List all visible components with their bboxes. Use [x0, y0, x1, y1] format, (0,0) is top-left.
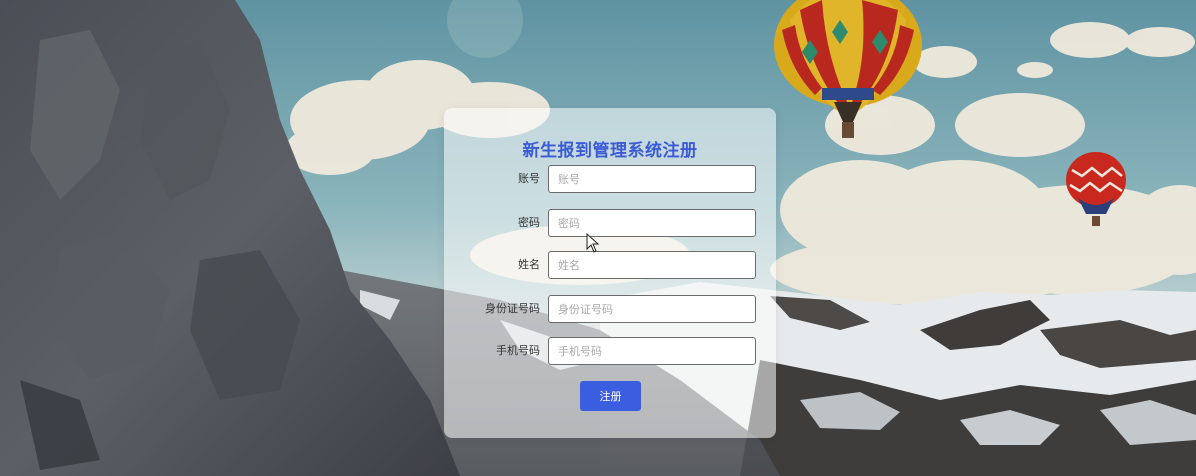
register-button[interactable]: 注册 — [580, 381, 641, 411]
id-number-label: 身份证号码 — [485, 302, 540, 315]
password-input[interactable] — [548, 209, 756, 237]
account-label: 账号 — [518, 172, 540, 185]
name-label: 姓名 — [518, 258, 540, 271]
account-row: 账号 — [444, 165, 776, 193]
register-form-card: 新生报到管理系统注册 账号 密码 姓名 身份证号码 手机号码 注册 — [444, 108, 776, 438]
id-number-row: 身份证号码 — [444, 295, 776, 323]
phone-input[interactable] — [548, 337, 756, 365]
mouse-pointer-icon — [586, 233, 600, 253]
page-title: 新生报到管理系统注册 — [522, 141, 698, 161]
account-input[interactable] — [548, 165, 756, 193]
password-label: 密码 — [518, 216, 540, 229]
phone-label: 手机号码 — [496, 344, 540, 357]
name-input[interactable] — [548, 251, 756, 279]
phone-row: 手机号码 — [444, 337, 776, 365]
password-row: 密码 — [444, 209, 776, 237]
page-background: 新生报到管理系统注册 账号 密码 姓名 身份证号码 手机号码 注册 — [0, 0, 1196, 476]
id-number-input[interactable] — [548, 295, 756, 323]
name-row: 姓名 — [444, 251, 776, 279]
